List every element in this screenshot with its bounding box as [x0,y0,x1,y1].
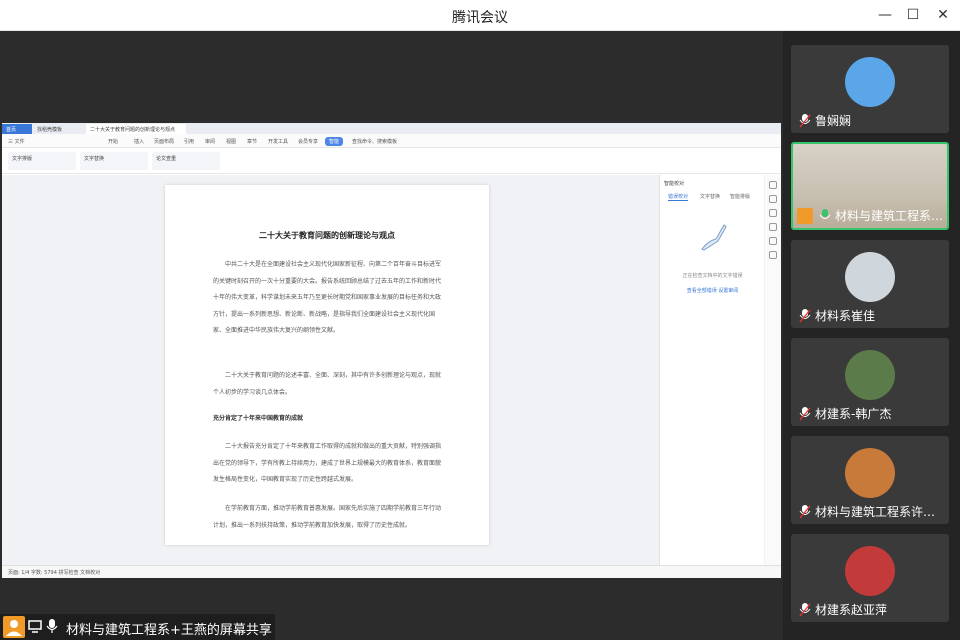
pen-icon [701,224,727,251]
format-tool-icon[interactable] [769,251,777,259]
pane-title: 智能校对 [664,181,685,187]
paragraph-1: 中共二十大是在全面建设社会主义现代化国家新征程、向第二个百年奋斗目标进军的关键时… [213,261,442,334]
participant-name: 鲁娴娴 [815,114,852,128]
wps-body: 二十大关于教育问题的创新理论与观点 中共二十大是在全面建设社会主义现代化国家新征… [2,175,781,565]
style-tool-icon[interactable] [769,195,777,203]
wps-statusbar: 页面: 1/4 字数: 5794 拼写检查 文档校对 [2,565,781,578]
tab-template[interactable]: 找稻壳模板 [33,124,85,134]
participants-panel: 鲁娴娴 材料与建筑工程系+王燕 材料系崔佳 材建系-韩广杰 材料与建筑工程系许晓… [783,31,960,640]
mic-icon [799,407,811,421]
presenter-avatar [3,616,25,638]
proofread-pane: 智能校对 错误校对 文字替换 智能排版 正在检查文档中的文字错误 查看全部错误 … [659,175,764,565]
ribbon-typeset[interactable]: 文字排版 [8,152,76,170]
participant-name: 材建系赵亚萍 [815,603,888,617]
menu-home[interactable]: 开始 [108,138,118,145]
menu-file[interactable]: 三 文件 [8,138,25,145]
title-bar: 腾讯会议 — ☐ ✕ [0,0,960,31]
wps-window: 首页 找稻壳模板 二十大关于教育问题的创新理论与观点 三 文件 开始 插入 页面… [2,123,781,578]
menu-smart[interactable]: 智能 [325,137,344,146]
paragraph-heading: 充分肯定了十年来中国教育的成就 [213,415,304,422]
share-label: 材料与建筑工程系+王燕的屏幕共享 [66,623,272,638]
avatar [845,350,895,400]
mic-icon [799,603,811,617]
mic-icon [46,619,58,633]
tools-rail [765,175,781,565]
participant-tile[interactable]: 材建系赵亚萍 [791,534,949,622]
wps-search[interactable]: 查找命令、搜索模板 [352,138,397,145]
participant-tile[interactable]: 材料系崔佳 [791,240,949,328]
close-icon[interactable]: ✕ [934,6,952,24]
participant-name: 材料与建筑工程系许晓坤 [815,505,945,519]
mic-icon [799,309,811,323]
menu-review[interactable]: 审阅 [205,138,215,145]
document-title: 二十大关于教育问题的创新理论与观点 [259,230,395,240]
participant-tile[interactable]: 鲁娴娴 [791,45,949,133]
tab-home[interactable]: 首页 [2,124,32,134]
ribbon-replace[interactable]: 文字替换 [80,152,148,170]
minimize-icon[interactable]: — [876,6,894,24]
mic-icon [799,114,811,128]
avatar [845,448,895,498]
avatar [845,546,895,596]
menu-chapter[interactable]: 章节 [247,138,257,145]
menu-view[interactable]: 视图 [226,138,236,145]
participant-tile[interactable]: 材建系-韩广杰 [791,338,949,426]
wps-menubar: 三 文件 开始 插入 页面布局 引用 审阅 视图 章节 开发工具 会员专享 智能… [2,134,781,148]
pane-hint: 正在检查文档中的文字错误 [682,273,743,279]
mic-icon [819,209,831,219]
status-text: 页面: 1/4 字数: 5794 拼写检查 文档校对 [8,570,101,576]
host-badge-icon [797,208,813,224]
participant-name: 材料与建筑工程系+王燕 [835,209,947,223]
pane-tab-errors[interactable]: 错误校对 [668,193,689,201]
wps-ribbon: 文字排版 文字替换 论文查重 [2,148,781,174]
participant-tile[interactable]: 材料与建筑工程系许晓坤 [791,436,949,524]
menu-reference[interactable]: 引用 [184,138,194,145]
ribbon-check[interactable]: 论文查重 [152,152,220,170]
paragraph-3: 二十大报告充分肯定了十年来教育工作取得的成就和做出的重大贡献，特别强调指出在党的… [213,443,442,483]
screen-share-icon [28,620,42,633]
tab-document[interactable]: 二十大关于教育问题的创新理论与观点 [86,124,186,134]
menu-vip[interactable]: 会员专享 [298,138,318,145]
shared-screen-stage: 首页 找稻壳模板 二十大关于教育问题的创新理论与观点 三 文件 开始 插入 页面… [0,31,783,640]
pane-link[interactable]: 查看全部错误 设置审阅 [660,287,765,294]
menu-insert[interactable]: 插入 [134,138,144,145]
menu-layout[interactable]: 页面布局 [154,138,174,145]
maximize-icon[interactable]: ☐ [904,6,922,24]
wps-tabbar: 首页 找稻壳模板 二十大关于教育问题的创新理论与观点 [2,123,781,134]
pane-tab-replace[interactable]: 文字替换 [700,193,720,200]
window-title: 腾讯会议 [452,10,508,26]
participant-tile-active[interactable]: 材料与建筑工程系+王燕 [791,142,949,230]
avatar [845,57,895,107]
avatar [845,252,895,302]
paragraph-4: 在学前教育方面，推动学前教育普惠发展。国家先后实施了四期学前教育三年行动计划，推… [213,505,442,529]
paragraph-2: 二十大关于教育问题的论述丰富、全面、深刻，其中有许多创新理论与观点，现就个人初步… [213,372,442,396]
mic-icon [799,505,811,519]
menu-dev[interactable]: 开发工具 [268,138,288,145]
pane-tab-layout[interactable]: 智能排版 [730,193,750,200]
participant-name: 材料系崔佳 [815,309,876,323]
select-tool-icon[interactable] [769,209,777,217]
share-tool-icon[interactable] [769,237,777,245]
history-tool-icon[interactable] [769,223,777,231]
document-page[interactable]: 二十大关于教育问题的创新理论与观点 中共二十大是在全面建设社会主义现代化国家新征… [165,185,489,545]
edit-tool-icon[interactable] [769,181,777,189]
participant-name: 材建系-韩广杰 [815,407,892,421]
share-label-bar: 材料与建筑工程系+王燕的屏幕共享 [0,614,275,640]
